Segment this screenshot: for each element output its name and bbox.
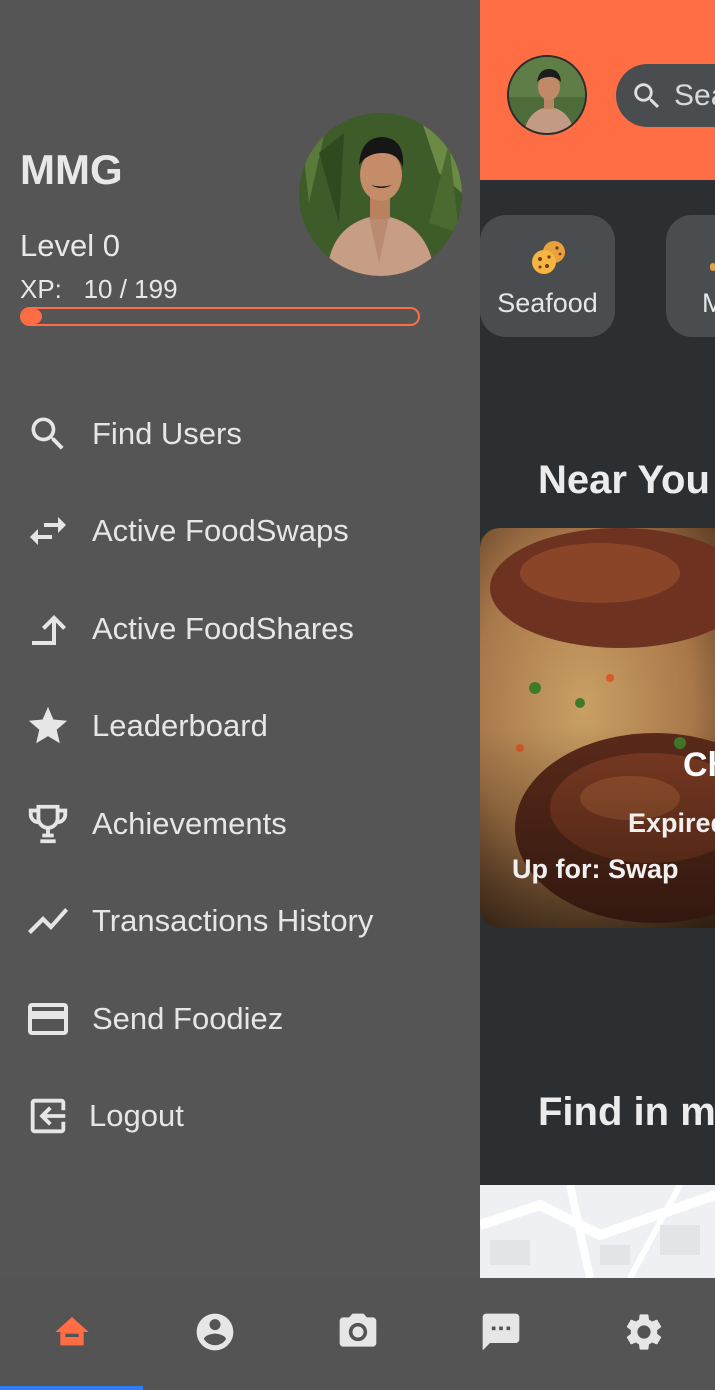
- near-you-title: Near You: [538, 458, 710, 502]
- nav-chat[interactable]: [429, 1278, 572, 1386]
- avatar[interactable]: [507, 55, 587, 135]
- profile-avatar[interactable]: [299, 113, 462, 276]
- search-icon: [24, 410, 72, 458]
- navigation-drawer: MMG Level 0 XP: 10 / 199 Find Users Acti…: [0, 0, 480, 1278]
- category-seafood[interactable]: Seafood: [480, 215, 615, 337]
- food-expiry: Expired: [628, 808, 715, 838]
- share-arrow-icon: [24, 605, 72, 653]
- settings-icon: [626, 1314, 661, 1350]
- chat-icon: [482, 1313, 519, 1351]
- menu-item-label: Achievements: [92, 806, 287, 841]
- profile-icon: [196, 1313, 233, 1351]
- menu-item-label: Active FoodSwaps: [92, 513, 349, 548]
- menu-item-label: Transactions History: [92, 903, 374, 938]
- nav-home[interactable]: [0, 1278, 143, 1386]
- swap-arrows-icon: [24, 507, 72, 555]
- trending-line-icon: [24, 897, 72, 945]
- nav-settings[interactable]: [572, 1278, 715, 1386]
- category-icon: [710, 263, 715, 271]
- menu-item-achievements[interactable]: Achievements: [0, 789, 480, 859]
- find-in-map-title: Find in m: [538, 1090, 715, 1134]
- xp-text: XP: 10 / 199: [20, 274, 178, 304]
- menu-item-label: Find Users: [92, 416, 242, 451]
- credit-card-icon: [24, 995, 72, 1043]
- category-card[interactable]: M: [666, 215, 715, 337]
- camera-icon: [339, 1313, 376, 1347]
- profile-level: Level 0: [20, 228, 120, 263]
- menu-item-active-foodswaps[interactable]: Active FoodSwaps: [0, 496, 480, 566]
- menu-item-transactions-history[interactable]: Transactions History: [0, 886, 480, 956]
- home-screen: Sea Seafood M Near You: [480, 0, 715, 1278]
- nav-profile[interactable]: [143, 1278, 286, 1386]
- menu-item-leaderboard[interactable]: Leaderboard: [0, 691, 480, 761]
- home-icon: [54, 1317, 89, 1346]
- nav-camera[interactable]: [286, 1278, 429, 1386]
- menu-item-active-foodshares[interactable]: Active FoodShares: [0, 594, 480, 664]
- xp-progress-bar: [20, 307, 420, 326]
- menu-item-label: Send Foodiez: [92, 1001, 284, 1036]
- active-tab-indicator: [0, 1386, 143, 1390]
- xp-progress-fill: [22, 309, 42, 324]
- search-bar[interactable]: Sea: [616, 64, 715, 127]
- bottom-navigation: [0, 1278, 715, 1390]
- menu-item-send-foodiez[interactable]: Send Foodiez: [0, 984, 480, 1054]
- app-bar: Sea: [480, 0, 715, 180]
- menu-item-label: Logout: [89, 1098, 184, 1133]
- search-icon: [634, 82, 660, 108]
- search-placeholder: Sea: [674, 78, 715, 112]
- menu-item-label: Leaderboard: [92, 708, 268, 743]
- category-label: Seafood: [497, 288, 598, 318]
- category-label: M: [702, 288, 715, 318]
- profile-name: MMG: [20, 146, 123, 193]
- logout-icon: [24, 1092, 72, 1140]
- food-name: Ch: [683, 746, 715, 784]
- map-view[interactable]: [480, 1185, 715, 1278]
- menu-item-logout[interactable]: Logout: [0, 1081, 480, 1151]
- menu-item-find-users[interactable]: Find Users: [0, 399, 480, 469]
- menu-item-label: Active FoodShares: [92, 611, 354, 646]
- star-icon: [24, 702, 72, 750]
- cookie-icon: [532, 241, 565, 274]
- food-up-for: Up for: Swap: [512, 854, 679, 884]
- trophy-icon: [24, 800, 72, 848]
